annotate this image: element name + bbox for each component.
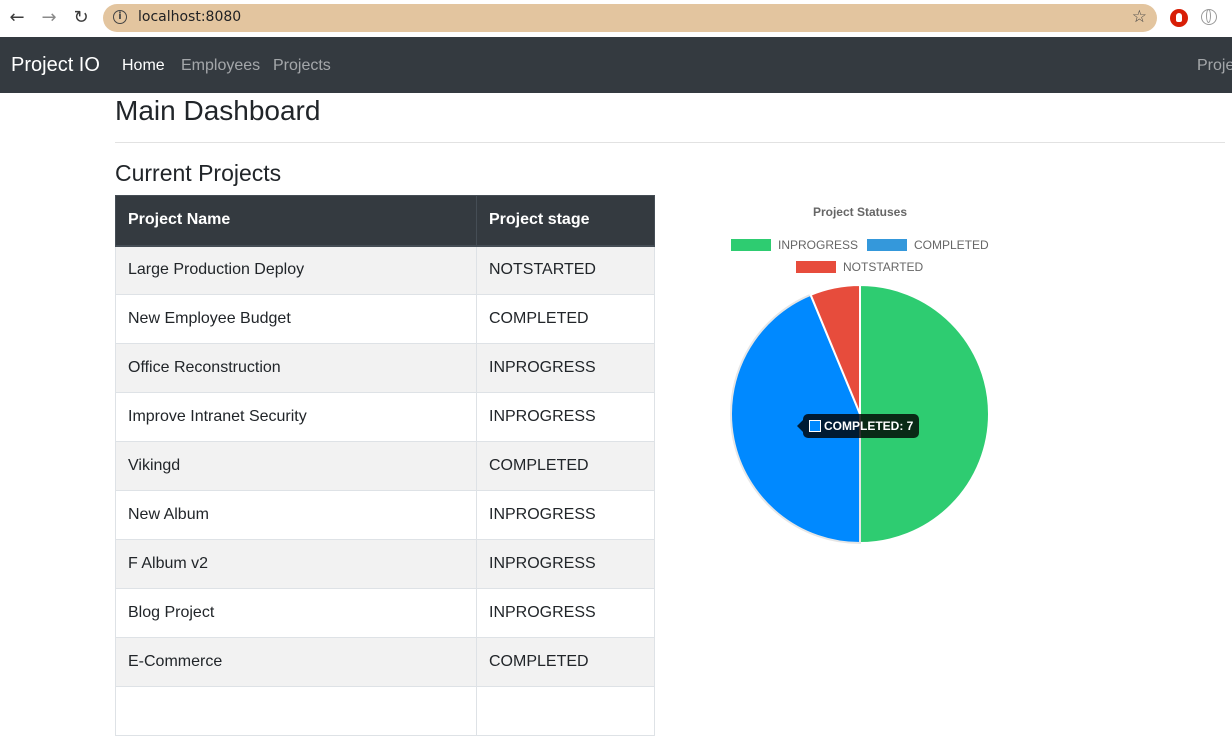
table-row[interactable]: F Album v2 INPROGRESS <box>115 539 655 589</box>
table-row[interactable]: Improve Intranet Security INPROGRESS <box>115 392 655 442</box>
project-name-cell: Improve Intranet Security <box>115 392 477 442</box>
site-info-icon[interactable]: i <box>113 10 127 24</box>
project-stage-cell: COMPLETED <box>476 637 655 687</box>
chart-tooltip: COMPLETED: 7 <box>796 414 920 438</box>
column-header-project-stage[interactable]: Project stage <box>476 195 655 247</box>
pie-chart-svg <box>730 283 990 545</box>
adblock-extension-icon[interactable] <box>1170 9 1188 27</box>
reload-icon[interactable]: ↻ <box>70 7 92 29</box>
section-title: Current Projects <box>115 160 282 186</box>
app-navbar: Project IO Home Employees Projects Proje <box>0 37 1232 93</box>
project-stage-cell: INPROGRESS <box>476 539 655 589</box>
address-bar[interactable]: i localhost:8080 ☆ <box>103 4 1157 32</box>
tooltip-text: COMPLETED: 7 <box>824 419 914 433</box>
address-url[interactable]: localhost:8080 <box>138 9 241 25</box>
table-row[interactable]: New Employee Budget COMPLETED <box>115 294 655 344</box>
project-stage-cell: NOTSTARTED <box>476 245 655 295</box>
nav-link-right-truncated[interactable]: Proje <box>1197 57 1232 75</box>
project-name-cell: New Employee Budget <box>115 294 477 344</box>
project-name-cell: E-Commerce <box>115 637 477 687</box>
table-row[interactable]: Office Reconstruction INPROGRESS <box>115 343 655 393</box>
project-name-cell: Office Reconstruction <box>115 343 477 393</box>
project-status-chart: Project Statuses INPROGRESS COMPLETED NO… <box>700 195 1020 555</box>
page-title: Main Dashboard <box>115 95 321 126</box>
nav-link-home[interactable]: Home <box>122 57 165 75</box>
forward-icon[interactable]: → <box>38 7 60 29</box>
project-stage-cell: INPROGRESS <box>476 588 655 638</box>
project-name-cell: F Album v2 <box>115 539 477 589</box>
title-divider <box>115 142 1225 143</box>
project-name-cell: Large Production Deploy <box>115 245 477 295</box>
nav-link-projects[interactable]: Projects <box>273 57 331 75</box>
browser-toolbar: ← → ↻ i localhost:8080 ☆ <box>0 0 1232 37</box>
nav-link-employees[interactable]: Employees <box>181 57 260 75</box>
project-stage-cell <box>476 686 655 736</box>
table-row[interactable]: Large Production Deploy NOTSTARTED <box>115 245 655 295</box>
projects-table: Project Name Project stage Large Product… <box>115 195 655 736</box>
project-stage-cell: INPROGRESS <box>476 343 655 393</box>
project-name-cell <box>115 686 477 736</box>
table-row[interactable]: Blog Project INPROGRESS <box>115 588 655 638</box>
globe-extension-icon[interactable] <box>1201 9 1217 25</box>
column-header-project-name[interactable]: Project Name <box>115 195 477 247</box>
project-stage-cell: COMPLETED <box>476 441 655 491</box>
project-stage-cell: COMPLETED <box>476 294 655 344</box>
table-header-row: Project Name Project stage <box>115 195 655 247</box>
tooltip-swatch <box>809 420 821 432</box>
project-name-cell: Vikingd <box>115 441 477 491</box>
project-stage-cell: INPROGRESS <box>476 490 655 540</box>
back-icon[interactable]: ← <box>6 7 28 29</box>
table-row[interactable]: Vikingd COMPLETED <box>115 441 655 491</box>
project-name-cell: Blog Project <box>115 588 477 638</box>
table-row[interactable]: E-Commerce COMPLETED <box>115 637 655 687</box>
project-name-cell: New Album <box>115 490 477 540</box>
table-row[interactable]: New Album INPROGRESS <box>115 490 655 540</box>
navbar-brand[interactable]: Project IO <box>11 54 100 77</box>
project-stage-cell: INPROGRESS <box>476 392 655 442</box>
bookmark-star-icon[interactable]: ☆ <box>1132 7 1147 27</box>
table-row[interactable] <box>115 686 655 736</box>
